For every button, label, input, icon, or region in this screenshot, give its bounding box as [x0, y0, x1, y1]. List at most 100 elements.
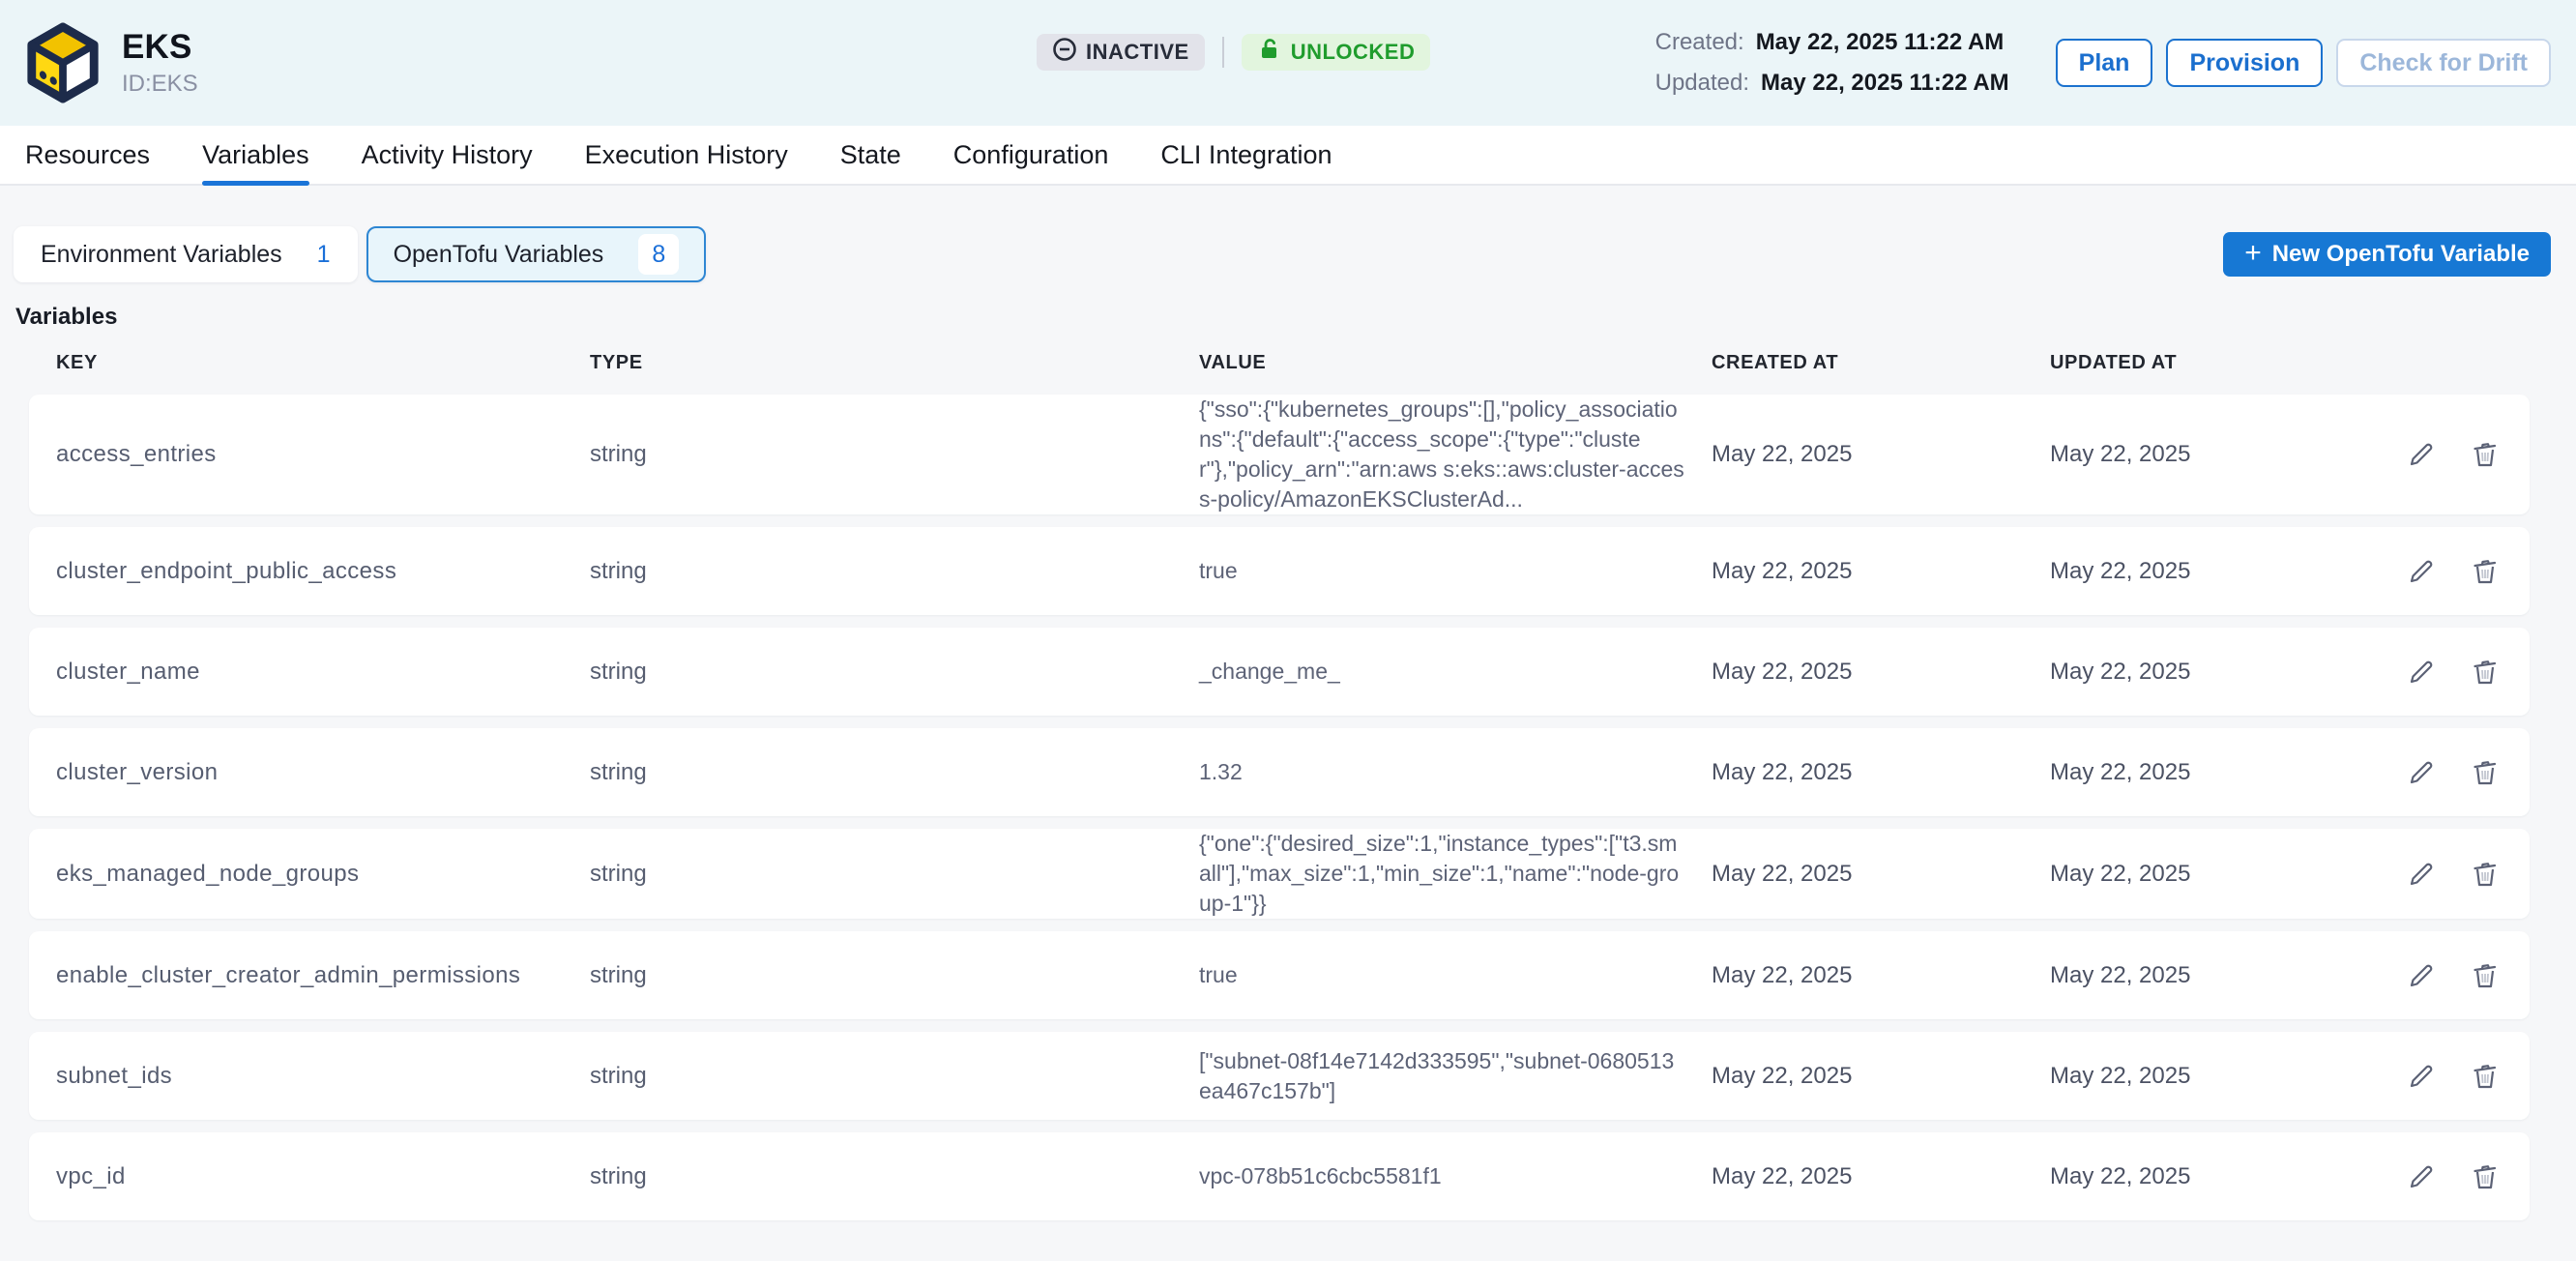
delete-variable-button[interactable]	[2470, 556, 2501, 587]
column-header-type: TYPE	[590, 352, 1199, 374]
variable-value: {"sso":{"kubernetes_groups":[],"policy_a…	[1199, 395, 1712, 514]
delete-variable-button[interactable]	[2470, 439, 2501, 470]
variable-type: string	[590, 558, 1199, 585]
pencil-icon	[2406, 1161, 2437, 1192]
table-row: cluster_version string 1.32 May 22, 2025…	[29, 728, 2530, 816]
new-opentofu-variable-button[interactable]: + New OpenTofu Variable	[2223, 232, 2551, 277]
tab-resources[interactable]: Resources	[25, 126, 150, 184]
plan-button[interactable]: Plan	[2056, 39, 2153, 88]
variable-created-at: May 22, 2025	[1712, 1163, 2050, 1190]
main-tabs: Resources Variables Activity History Exe…	[0, 126, 2576, 186]
tab-cli-integration[interactable]: CLI Integration	[1160, 126, 1332, 184]
variable-type-subtabs: Environment Variables 1 OpenTofu Variabl…	[14, 226, 706, 282]
page-title: EKS	[122, 28, 198, 67]
environment-id: ID:EKS	[122, 71, 198, 98]
variable-value: vpc-078b51c6cbc5581f1	[1199, 1161, 1712, 1191]
variable-created-at: May 22, 2025	[1712, 759, 2050, 786]
trash-icon	[2470, 556, 2501, 587]
edit-variable-button[interactable]	[2406, 960, 2437, 991]
variable-type: string	[590, 962, 1199, 989]
environment-header: EKS ID:EKS INACTIVE UNLOCKED	[0, 0, 2576, 126]
provision-button[interactable]: Provision	[2166, 39, 2323, 88]
column-header-created-at: CREATED AT	[1712, 352, 2050, 374]
variable-type: string	[590, 1063, 1199, 1090]
variables-page: Environment Variables 1 OpenTofu Variabl…	[0, 186, 2576, 1220]
pencil-icon	[2406, 960, 2437, 991]
cube-logo-icon	[25, 21, 101, 104]
variable-key: subnet_ids	[56, 1063, 590, 1090]
variables-table: KEY TYPE VALUE CREATED AT UPDATED AT acc…	[29, 331, 2530, 1220]
variable-type: string	[590, 759, 1199, 786]
status-badges: INACTIVE UNLOCKED	[1037, 33, 1430, 72]
edit-variable-button[interactable]	[2406, 1161, 2437, 1192]
subtab-opentofu-variables[interactable]: OpenTofu Variables 8	[366, 226, 707, 282]
delete-variable-button[interactable]	[2470, 757, 2501, 788]
edit-variable-button[interactable]	[2406, 439, 2437, 470]
variable-key: cluster_endpoint_public_access	[56, 558, 590, 585]
variable-type: string	[590, 1163, 1199, 1190]
variable-updated-at: May 22, 2025	[2050, 441, 2388, 468]
variable-created-at: May 22, 2025	[1712, 1063, 2050, 1090]
delete-variable-button[interactable]	[2470, 859, 2501, 890]
variable-updated-at: May 22, 2025	[2050, 861, 2388, 888]
delete-variable-button[interactable]	[2470, 1161, 2501, 1192]
variable-created-at: May 22, 2025	[1712, 659, 2050, 686]
table-header-row: KEY TYPE VALUE CREATED AT UPDATED AT	[29, 331, 2530, 395]
table-row: enable_cluster_creator_admin_permissions…	[29, 931, 2530, 1019]
table-row: cluster_endpoint_public_access string tr…	[29, 527, 2530, 615]
created-label: Created:	[1655, 29, 1744, 56]
column-header-updated-at: UPDATED AT	[2050, 352, 2388, 374]
tab-execution-history[interactable]: Execution History	[585, 126, 788, 184]
trash-icon	[2470, 439, 2501, 470]
status-badge-unlocked: UNLOCKED	[1242, 34, 1431, 71]
header-action-buttons: Plan Provision Check for Drift	[2056, 39, 2551, 88]
subtab-environment-variables-label: Environment Variables	[41, 241, 282, 269]
updated-value: May 22, 2025 11:22 AM	[1761, 70, 2009, 97]
tab-activity-history[interactable]: Activity History	[362, 126, 533, 184]
tab-state[interactable]: State	[840, 126, 901, 184]
plus-icon: +	[2244, 239, 2262, 268]
variable-created-at: May 22, 2025	[1712, 962, 2050, 989]
variable-updated-at: May 22, 2025	[2050, 558, 2388, 585]
table-row: cluster_name string _change_me_ May 22, …	[29, 628, 2530, 716]
delete-variable-button[interactable]	[2470, 960, 2501, 991]
tab-configuration[interactable]: Configuration	[953, 126, 1109, 184]
table-row: access_entries string {"sso":{"kubernete…	[29, 395, 2530, 514]
edit-variable-button[interactable]	[2406, 657, 2437, 688]
subtab-environment-variables[interactable]: Environment Variables 1	[14, 226, 358, 282]
pencil-icon	[2406, 657, 2437, 688]
edit-variable-button[interactable]	[2406, 1061, 2437, 1092]
column-header-key: KEY	[56, 352, 590, 374]
variable-key: cluster_name	[56, 659, 590, 686]
edit-variable-button[interactable]	[2406, 859, 2437, 890]
trash-icon	[2470, 757, 2501, 788]
status-badge-unlocked-label: UNLOCKED	[1291, 40, 1416, 65]
variable-type: string	[590, 861, 1199, 888]
table-row: vpc_id string vpc-078b51c6cbc5581f1 May …	[29, 1132, 2530, 1220]
tab-variables[interactable]: Variables	[202, 126, 309, 184]
section-title: Variables	[15, 304, 2551, 331]
variable-key: vpc_id	[56, 1163, 590, 1190]
environment-variables-count: 1	[317, 241, 331, 269]
variable-type: string	[590, 659, 1199, 686]
delete-variable-button[interactable]	[2470, 657, 2501, 688]
pencil-icon	[2406, 1061, 2437, 1092]
check-for-drift-button[interactable]: Check for Drift	[2336, 39, 2551, 88]
trash-icon	[2470, 960, 2501, 991]
variable-value: {"one":{"desired_size":1,"instance_types…	[1199, 829, 1712, 919]
timestamps: Created: May 22, 2025 11:22 AM Updated: …	[1655, 29, 2009, 97]
new-opentofu-variable-label: New OpenTofu Variable	[2272, 241, 2530, 268]
edit-variable-button[interactable]	[2406, 556, 2437, 587]
delete-variable-button[interactable]	[2470, 1061, 2501, 1092]
circle-minus-icon	[1052, 37, 1077, 68]
status-badge-inactive-label: INACTIVE	[1086, 40, 1189, 65]
subtab-opentofu-variables-label: OpenTofu Variables	[394, 241, 604, 269]
unlock-icon	[1257, 37, 1282, 68]
variable-value: ["subnet-08f14e7142d333595","subnet-0680…	[1199, 1046, 1712, 1106]
opentofu-variables-count: 8	[638, 234, 679, 275]
trash-icon	[2470, 1161, 2501, 1192]
variable-created-at: May 22, 2025	[1712, 441, 2050, 468]
pencil-icon	[2406, 859, 2437, 890]
edit-variable-button[interactable]	[2406, 757, 2437, 788]
variable-updated-at: May 22, 2025	[2050, 1163, 2388, 1190]
